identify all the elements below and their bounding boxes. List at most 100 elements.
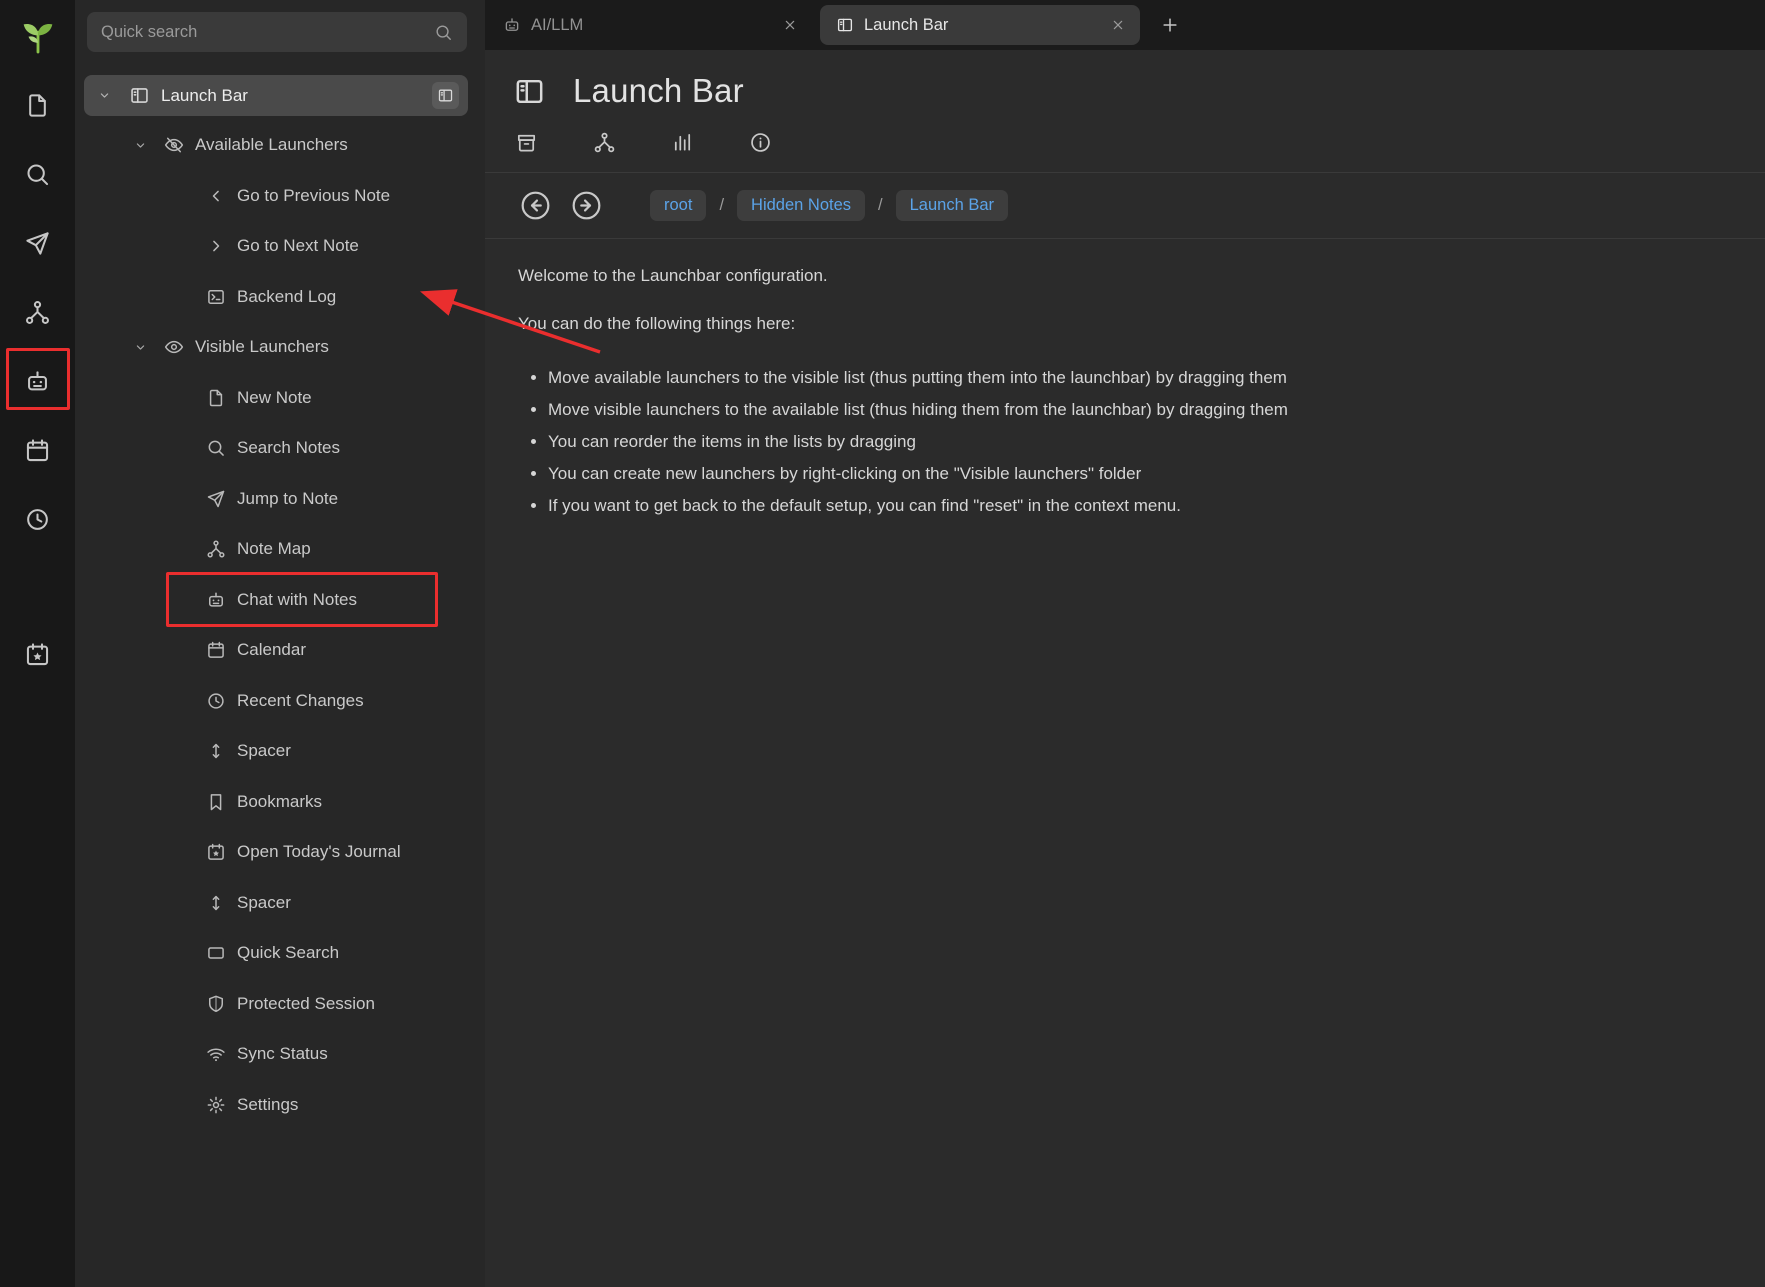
tree-item-label: Go to Previous Note [237,186,390,206]
rail-jump-to-note-button[interactable] [0,209,75,278]
tree-item-label: Visible Launchers [195,337,329,357]
eye-slash-icon [164,135,184,155]
tree-item-note-map[interactable]: Note Map [75,524,485,575]
breadcrumb-segment-launch-bar[interactable]: Launch Bar [896,190,1008,221]
bullet-item: You can create new launchers by right-cl… [548,458,1725,490]
gear-icon [206,1095,226,1115]
tree-item-available-launchers[interactable]: Available Launchers [75,120,485,171]
tree-item-label: Launch Bar [161,86,248,106]
tab-close-icon[interactable] [782,17,798,33]
note-tree: Available Launchers Go to Previous Note Go… [75,120,485,1287]
tree-item-label: Backend Log [237,287,336,307]
tree-item-label: Quick Search [237,943,339,963]
breadcrumb-separator: / [878,196,883,215]
tree-item-chat-with-notes[interactable]: Chat with Notes [75,575,485,626]
eye-icon [164,337,184,357]
sidebar: Launch Bar Available Launchers Go to Prev… [75,0,485,1287]
chevron-down-icon [133,340,148,355]
history-forward-button[interactable] [569,188,604,223]
wifi-icon [206,1044,226,1064]
calendar-icon [206,640,226,660]
tree-item-spacer[interactable]: Spacer [75,726,485,777]
new-note-icon [24,92,51,119]
calendar-icon [24,437,51,464]
rail-recent-changes-button[interactable] [0,485,75,554]
tree-item-label: Protected Session [237,994,375,1014]
open-note-source-button[interactable] [432,82,459,109]
history-back-button[interactable] [518,188,553,223]
tree-item-label: Spacer [237,741,291,761]
rail-chat-with-notes-button[interactable] [0,347,75,416]
file-icon [206,388,226,408]
jump-to-note-icon [24,230,51,257]
note-map-icon [593,131,616,154]
tree-item-label: Jump to Note [237,489,338,509]
left-rail [0,0,75,1287]
tree-item-label: Available Launchers [195,135,348,155]
ribbon-info-button[interactable] [749,131,772,154]
note-info-icon [671,131,694,154]
tree-item-go-to-previous-note[interactable]: Go to Previous Note [75,171,485,222]
chevron-down-icon [133,138,148,153]
tree-item-jump-to-note[interactable]: Jump to Note [75,474,485,525]
rail-calendar-button[interactable] [0,416,75,485]
note-title-row: Launch Bar [513,72,1765,110]
ribbon-note-paths-button[interactable] [515,131,538,154]
tree-item-spacer[interactable]: Spacer [75,878,485,929]
tree-item-sync-status[interactable]: Sync Status [75,1029,485,1080]
recent-changes-icon [24,506,51,533]
plus-icon [1160,15,1180,35]
rail-note-map-button[interactable] [0,278,75,347]
tree-item-label: Chat with Notes [237,590,357,610]
spacer-icon [206,893,226,913]
tree-item-recent-changes[interactable]: Recent Changes [75,676,485,727]
ribbon-note-map-button[interactable] [593,131,616,154]
search-icon [434,23,453,42]
tree-item-backend-log[interactable]: Backend Log [75,272,485,323]
tree-item-protected-session[interactable]: Protected Session [75,979,485,1030]
main-pane: AI/LLMLaunch Bar Launch Bar root/Hidden … [485,0,1765,1287]
history-icon [206,691,226,711]
rail-search-notes-button[interactable] [0,140,75,209]
quick-search-input[interactable] [87,23,434,42]
new-tab-button[interactable] [1152,7,1188,43]
breadcrumb-segment-root[interactable]: root [650,190,706,221]
chat-with-notes-icon [24,368,51,395]
info-icon [749,131,772,154]
search-icon [206,438,226,458]
breadcrumb-separator: / [719,196,724,215]
tab-ai-llm[interactable]: AI/LLM [487,0,812,50]
tree-item-open-today-s-journal[interactable]: Open Today's Journal [75,827,485,878]
tree-item-settings[interactable]: Settings [75,1080,485,1131]
tree-item-bookmarks[interactable]: Bookmarks [75,777,485,828]
tree-item-label: New Note [237,388,312,408]
tab-launch-bar[interactable]: Launch Bar [820,5,1140,45]
tree-item-quick-search[interactable]: Quick Search [75,928,485,979]
calendar-star-icon [206,842,226,862]
launch-bar-icon [129,85,150,106]
tree-item-label: Settings [237,1095,298,1115]
breadcrumb-segment-hidden-notes[interactable]: Hidden Notes [737,190,865,221]
note-map-icon [24,299,51,326]
note-paths-icon [515,131,538,154]
tree-item-launch-bar-root[interactable]: Launch Bar [84,75,468,116]
tab-close-icon[interactable] [1110,17,1126,33]
search-notes-icon [24,161,51,188]
bullet-item: Move visible launchers to the available … [548,394,1725,426]
arrow-right-circle-icon [569,188,604,223]
bullet-item: If you want to get back to the default s… [548,490,1725,522]
tree-item-go-to-next-note[interactable]: Go to Next Note [75,221,485,272]
tree-item-calendar[interactable]: Calendar [75,625,485,676]
note-header: Launch Bar [485,50,1765,172]
terminal-icon [206,287,226,307]
ribbon-note-info-button[interactable] [671,131,694,154]
tree-item-visible-launchers[interactable]: Visible Launchers [75,322,485,373]
tree-item-search-notes[interactable]: Search Notes [75,423,485,474]
intro-text: Welcome to the Launchbar configuration. [518,266,1725,286]
tree-item-label: Bookmarks [237,792,322,812]
rail-open-todays-journal-button[interactable] [0,620,75,689]
launch-bar-icon [513,75,546,108]
tree-item-new-note[interactable]: New Note [75,373,485,424]
rail-new-note-button[interactable] [0,71,75,140]
arrow-left-circle-icon [518,188,553,223]
